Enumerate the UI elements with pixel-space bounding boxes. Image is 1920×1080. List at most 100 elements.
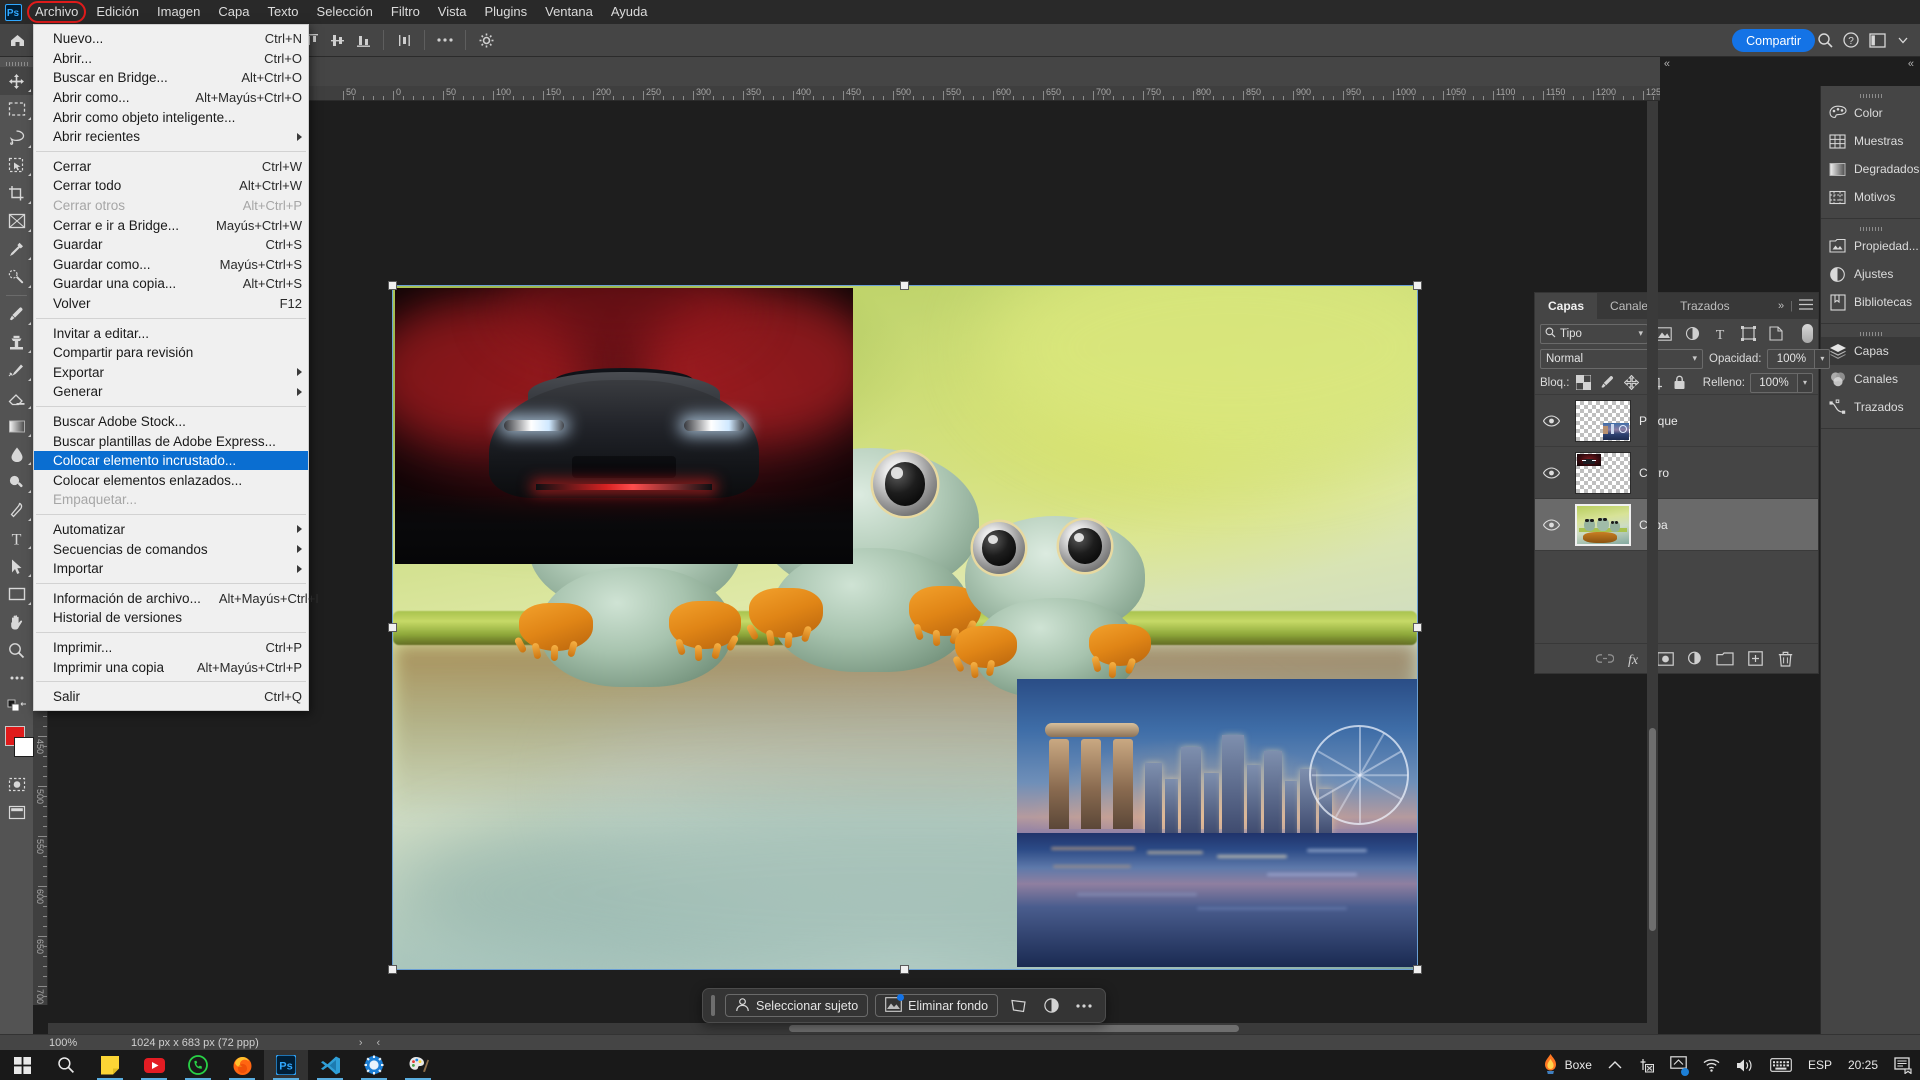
- zoom-level[interactable]: 100%: [33, 1037, 101, 1049]
- object-selection-tool[interactable]: [0, 151, 33, 179]
- status-collapse-icon[interactable]: ‹: [376, 1037, 380, 1049]
- file-menu-item-abrir-recientes[interactable]: Abrir recientes: [34, 127, 308, 147]
- default-colors-icon[interactable]: [0, 692, 33, 720]
- horizontal-type-tool[interactable]: T: [0, 524, 33, 552]
- layer-visibility-toggle-carro[interactable]: [1535, 466, 1567, 479]
- more-options-icon[interactable]: [432, 27, 458, 53]
- panel-collapse-right-icon[interactable]: «: [1908, 58, 1914, 70]
- new-fill-adjustment-icon[interactable]: [1686, 650, 1704, 668]
- display-icon[interactable]: [1662, 1050, 1695, 1080]
- dock-item-ajustes[interactable]: Ajustes: [1821, 260, 1920, 288]
- pen-tool[interactable]: [0, 496, 33, 524]
- select-subject-button[interactable]: Seleccionar sujeto: [725, 994, 869, 1017]
- chevron-down-icon[interactable]: [1890, 27, 1916, 53]
- layer-name-parque[interactable]: Parque: [1639, 414, 1678, 428]
- align-vertical-centers-icon[interactable]: [324, 27, 350, 53]
- menu-filtro[interactable]: Filtro: [382, 0, 429, 24]
- layer-row-capa[interactable]: Capa: [1535, 499, 1818, 551]
- link-layers-icon[interactable]: [1596, 650, 1614, 668]
- tray-language[interactable]: ESP: [1800, 1050, 1840, 1080]
- dock-group-grip[interactable]: [1821, 330, 1920, 337]
- status-expand-icon[interactable]: ›: [359, 1037, 363, 1049]
- dock-group-grip[interactable]: [1821, 92, 1920, 99]
- layer-thumbnail-parque[interactable]: [1575, 399, 1631, 442]
- home-icon[interactable]: [4, 27, 30, 53]
- file-menu-item-guardar-como[interactable]: Guardar como... Mayús+Ctrl+S: [34, 255, 308, 275]
- file-menu-item-compartir-para-revisión[interactable]: Compartir para revisión: [34, 343, 308, 363]
- wifi-icon[interactable]: [1695, 1050, 1728, 1080]
- eyedropper-tool[interactable]: [0, 235, 33, 263]
- lock-image-pixels-icon[interactable]: [1598, 373, 1617, 392]
- tray-clock[interactable]: 20:25: [1840, 1050, 1886, 1080]
- dodge-tool[interactable]: [0, 468, 33, 496]
- path-selection-tool[interactable]: [0, 552, 33, 580]
- file-menu-item-colocar-elementos-enlazados[interactable]: Colocar elementos enlazados...: [34, 470, 308, 490]
- dock-item-bibliotecas[interactable]: Bibliotecas: [1821, 288, 1920, 316]
- frame-tool[interactable]: [0, 207, 33, 235]
- transform-handle-bottom-right[interactable]: [1413, 965, 1422, 974]
- file-menu-item-imprimir-una-copia[interactable]: Imprimir una copia Alt+Mayús+Ctrl+P: [34, 657, 308, 677]
- taskbar-youtube-icon[interactable]: [132, 1050, 176, 1080]
- panel-menu-icon[interactable]: [1799, 299, 1813, 313]
- rectangular-marquee-tool[interactable]: [0, 95, 33, 123]
- menu-archivo[interactable]: Archivo: [26, 0, 87, 24]
- quick-mask-icon[interactable]: [0, 770, 33, 798]
- file-menu-item-invitar-a-editar[interactable]: Invitar a editar...: [34, 323, 308, 343]
- menu-vista[interactable]: Vista: [429, 0, 476, 24]
- dock-group-grip[interactable]: [1821, 225, 1920, 232]
- tray-flame-app[interactable]: Boxe: [1535, 1050, 1600, 1080]
- background-color-swatch[interactable]: [14, 737, 34, 757]
- dock-item-capas[interactable]: Capas: [1821, 337, 1920, 365]
- filter-shape-icon[interactable]: [1736, 323, 1760, 344]
- file-menu-dropdown[interactable]: Nuevo... Ctrl+N Abrir... Ctrl+O Buscar en Br…: [33, 24, 319, 712]
- gear-icon[interactable]: [473, 27, 499, 53]
- menu-texto[interactable]: Texto: [258, 0, 307, 24]
- file-menu-item-nuevo[interactable]: Nuevo... Ctrl+N: [34, 29, 308, 49]
- dock-item-motivos[interactable]: Motivos: [1821, 183, 1920, 211]
- dock-item-degradados[interactable]: Degradados: [1821, 155, 1920, 183]
- layer-thumbnail-carro[interactable]: [1575, 451, 1631, 494]
- file-menu-item-colocar-elemento-incrustado[interactable]: Colocar elemento incrustado...: [34, 450, 308, 471]
- fill-value[interactable]: 100%: [1750, 372, 1798, 393]
- taskbar-firefox-icon[interactable]: [220, 1050, 264, 1080]
- file-menu-item-imprimir[interactable]: Imprimir... Ctrl+P: [34, 638, 308, 658]
- volume-icon[interactable]: [1728, 1050, 1762, 1080]
- screen-mode-icon[interactable]: [0, 798, 33, 826]
- file-menu-item-generar[interactable]: Generar: [34, 382, 308, 402]
- menu-capa[interactable]: Capa: [209, 0, 258, 24]
- lasso-tool[interactable]: [0, 123, 33, 151]
- opacity-stepper[interactable]: ▾: [1815, 348, 1831, 369]
- history-brush-tool[interactable]: [0, 356, 33, 384]
- chevron-up-icon[interactable]: [1600, 1050, 1630, 1080]
- canvas-horizontal-scrollbar[interactable]: [48, 1023, 1658, 1034]
- file-menu-item-buscar-plantillas-de-adobe-express[interactable]: Buscar plantillas de Adobe Express...: [34, 431, 308, 451]
- tab-trazados[interactable]: Trazados: [1667, 293, 1743, 319]
- transform-handle-middle-left[interactable]: [388, 622, 397, 632]
- file-menu-item-buscar-en-bridge[interactable]: Buscar en Bridge... Alt+Ctrl+O: [34, 68, 308, 88]
- keyboard-icon[interactable]: [1762, 1050, 1800, 1080]
- dock-item-propiedades[interactable]: Propiedad...: [1821, 232, 1920, 260]
- taskbar-paint-icon[interactable]: [396, 1050, 440, 1080]
- brush-tool[interactable]: [0, 300, 33, 328]
- toolbar-grip[interactable]: [0, 60, 33, 67]
- taskbar-photoshop-icon[interactable]: Ps: [264, 1050, 308, 1080]
- contextual-toolbar-grip[interactable]: [711, 995, 715, 1016]
- fill-field-group[interactable]: 100% ▾: [1750, 372, 1813, 393]
- windows-start-icon[interactable]: [0, 1050, 44, 1080]
- file-menu-item-cerrar[interactable]: Cerrar Ctrl+W: [34, 157, 308, 177]
- layer-filter-type-select[interactable]: Tipo ▾: [1540, 323, 1648, 344]
- canvas-vertical-scrollbar[interactable]: [1647, 101, 1658, 1023]
- new-layer-icon[interactable]: [1746, 650, 1764, 668]
- menu-ventana[interactable]: Ventana: [536, 0, 602, 24]
- layer-visibility-toggle-parque[interactable]: [1535, 414, 1567, 427]
- usb-eject-icon[interactable]: [1630, 1050, 1662, 1080]
- layer-filter-toggle[interactable]: [1802, 324, 1813, 343]
- lock-position-icon[interactable]: [1622, 373, 1641, 392]
- menu-seleccion[interactable]: Selección: [308, 0, 382, 24]
- panel-expand-icon[interactable]: »: [1778, 300, 1784, 312]
- lock-all-icon[interactable]: [1670, 373, 1689, 392]
- new-group-icon[interactable]: [1716, 650, 1734, 668]
- more-ellipsis-icon[interactable]: [1071, 994, 1097, 1017]
- transform-handle-bottom-left[interactable]: [388, 965, 397, 974]
- document-canvas[interactable]: [388, 281, 1422, 974]
